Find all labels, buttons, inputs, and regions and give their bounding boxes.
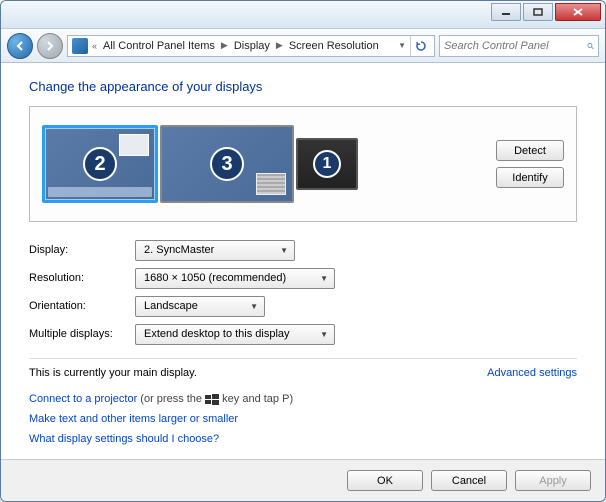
- text-size-link[interactable]: Make text and other items larger or smal…: [29, 413, 238, 425]
- titlebar: [1, 1, 605, 29]
- resolution-label: Resolution:: [29, 272, 135, 284]
- select-value: 1680 × 1050 (recommended): [144, 272, 286, 284]
- control-panel-icon: [72, 38, 88, 54]
- windows-key-icon: [205, 394, 219, 405]
- monitor-number: 3: [210, 147, 244, 181]
- chevron-down-icon: ▼: [250, 302, 258, 311]
- hint-text: (or press the: [140, 393, 205, 405]
- search-box[interactable]: [439, 35, 599, 57]
- select-value: Extend desktop to this display: [144, 328, 290, 340]
- apply-button[interactable]: Apply: [515, 470, 591, 491]
- display-label: Display:: [29, 244, 135, 256]
- monitor-3[interactable]: 3: [160, 125, 294, 203]
- resolution-select[interactable]: 1680 × 1050 (recommended) ▼: [135, 268, 335, 289]
- settings-form: Display: 2. SyncMaster ▼ Resolution: 168…: [29, 236, 577, 348]
- arrange-buttons: Detect Identify: [496, 140, 564, 188]
- chevron-right-icon: ▶: [274, 40, 285, 51]
- navbar: « All Control Panel Items ▶ Display ▶ Sc…: [1, 29, 605, 63]
- monitor-number: 2: [83, 147, 117, 181]
- orientation-label: Orientation:: [29, 300, 135, 312]
- chevron-right-icon: ▶: [219, 40, 230, 51]
- window-thumb-icon: [119, 134, 149, 156]
- detect-button[interactable]: Detect: [496, 140, 564, 161]
- chevron-down-icon: ▼: [280, 246, 288, 255]
- breadcrumb[interactable]: « All Control Panel Items ▶ Display ▶ Sc…: [67, 35, 435, 57]
- cancel-button[interactable]: Cancel: [431, 470, 507, 491]
- search-icon: [587, 40, 594, 52]
- nav-back-button[interactable]: [7, 33, 33, 59]
- main-display-status: This is currently your main display.: [29, 367, 197, 379]
- page-title: Change the appearance of your displays: [29, 79, 577, 94]
- monitors-canvas[interactable]: 2 3 1: [42, 125, 486, 203]
- monitor-1[interactable]: 1: [296, 138, 358, 190]
- monitor-number: 1: [313, 150, 341, 178]
- select-value: 2. SyncMaster: [144, 244, 214, 256]
- identify-button[interactable]: Identify: [496, 167, 564, 188]
- footer: OK Cancel Apply: [1, 459, 605, 501]
- advanced-settings-link[interactable]: Advanced settings: [487, 367, 577, 379]
- which-settings-link[interactable]: What display settings should I choose?: [29, 433, 219, 445]
- monitor-2[interactable]: 2: [42, 125, 158, 203]
- content-area: Change the appearance of your displays 2…: [1, 63, 605, 459]
- refresh-button[interactable]: [410, 36, 430, 56]
- multiple-label: Multiple displays:: [29, 328, 135, 340]
- display-select[interactable]: 2. SyncMaster ▼: [135, 240, 295, 261]
- connect-projector-link[interactable]: Connect to a projector: [29, 393, 137, 405]
- chevron-down-icon: ▼: [320, 274, 328, 283]
- orientation-select[interactable]: Landscape ▼: [135, 296, 265, 317]
- select-value: Landscape: [144, 300, 198, 312]
- maximize-button[interactable]: [523, 3, 553, 21]
- ok-button[interactable]: OK: [347, 470, 423, 491]
- display-arrangement[interactable]: 2 3 1 Detect Identify: [29, 106, 577, 222]
- window: « All Control Panel Items ▶ Display ▶ Sc…: [0, 0, 606, 502]
- crumb-item[interactable]: All Control Panel Items: [101, 40, 217, 52]
- chevron-down-icon[interactable]: ▼: [396, 41, 408, 50]
- chevron-down-icon: ▼: [320, 330, 328, 339]
- multiple-displays-select[interactable]: Extend desktop to this display ▼: [135, 324, 335, 345]
- minimize-button[interactable]: [491, 3, 521, 21]
- taskbar-icon: [48, 187, 152, 197]
- calendar-icon: [256, 173, 286, 195]
- chevron-left-icon: «: [90, 41, 99, 51]
- crumb-item[interactable]: Display: [232, 40, 272, 52]
- divider: [29, 358, 577, 359]
- close-button[interactable]: [555, 3, 601, 21]
- hint-text: key and tap P): [222, 393, 293, 405]
- projector-line: Connect to a projector (or press the key…: [29, 393, 577, 405]
- search-input[interactable]: [444, 40, 587, 52]
- nav-forward-button[interactable]: [37, 33, 63, 59]
- status-line: This is currently your main display. Adv…: [29, 367, 577, 379]
- crumb-item[interactable]: Screen Resolution: [287, 40, 381, 52]
